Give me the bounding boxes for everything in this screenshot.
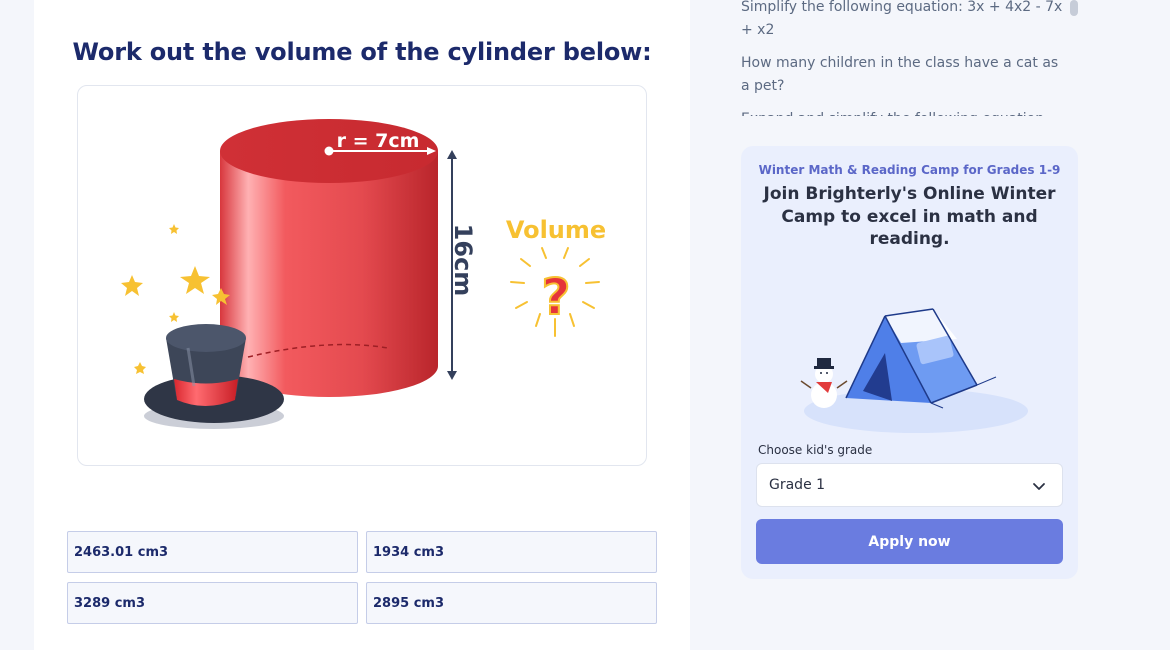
radius-label: r = 7cm [337, 130, 420, 152]
answer-option-3[interactable]: 3289 cm3 [67, 582, 358, 624]
promo-kicker: Winter Math & Reading Camp for Grades 1-… [758, 163, 1061, 177]
related-question-link[interactable]: How many children in the class have a ca… [741, 52, 1066, 98]
grade-select-value: Grade 1 [769, 477, 826, 493]
answer-option-2[interactable]: 1934 cm3 [366, 531, 657, 573]
question-title: Work out the volume of the cylinder belo… [72, 38, 652, 66]
camp-tent-illustration [800, 308, 1028, 433]
volume-label: Volume [506, 216, 606, 244]
related-question-link[interactable]: Expand and simplify the following equati… [741, 108, 1066, 116]
winter-camp-promo: Winter Math & Reading Camp for Grades 1-… [741, 146, 1078, 579]
question-mark: ? [541, 268, 570, 326]
related-questions-list: Simplify the following equation: 3x + 4x… [741, 0, 1073, 116]
related-list-scrollbar[interactable] [1070, 0, 1078, 16]
grade-label: Choose kid's grade [758, 443, 873, 457]
answer-option-1[interactable]: 2463.01 cm3 [67, 531, 358, 573]
answer-option-4[interactable]: 2895 cm3 [366, 582, 657, 624]
question-card: Work out the volume of the cylinder belo… [34, 0, 690, 650]
grade-select[interactable]: Grade 1 [756, 463, 1063, 507]
chevron-down-icon [1033, 483, 1045, 490]
related-question-link[interactable]: Simplify the following equation: 3x + 4x… [741, 0, 1066, 42]
cylinder-illustration: r = 7cm 16cm Volume ? [121, 119, 606, 429]
cylinder-figure: r = 7cm 16cm Volume ? [77, 85, 647, 466]
apply-now-button[interactable]: Apply now [756, 519, 1063, 564]
promo-title: Join Brighterly's Online Winter Camp to … [763, 184, 1056, 249]
height-label: 16cm [449, 224, 477, 297]
cylinder-body [220, 151, 438, 397]
